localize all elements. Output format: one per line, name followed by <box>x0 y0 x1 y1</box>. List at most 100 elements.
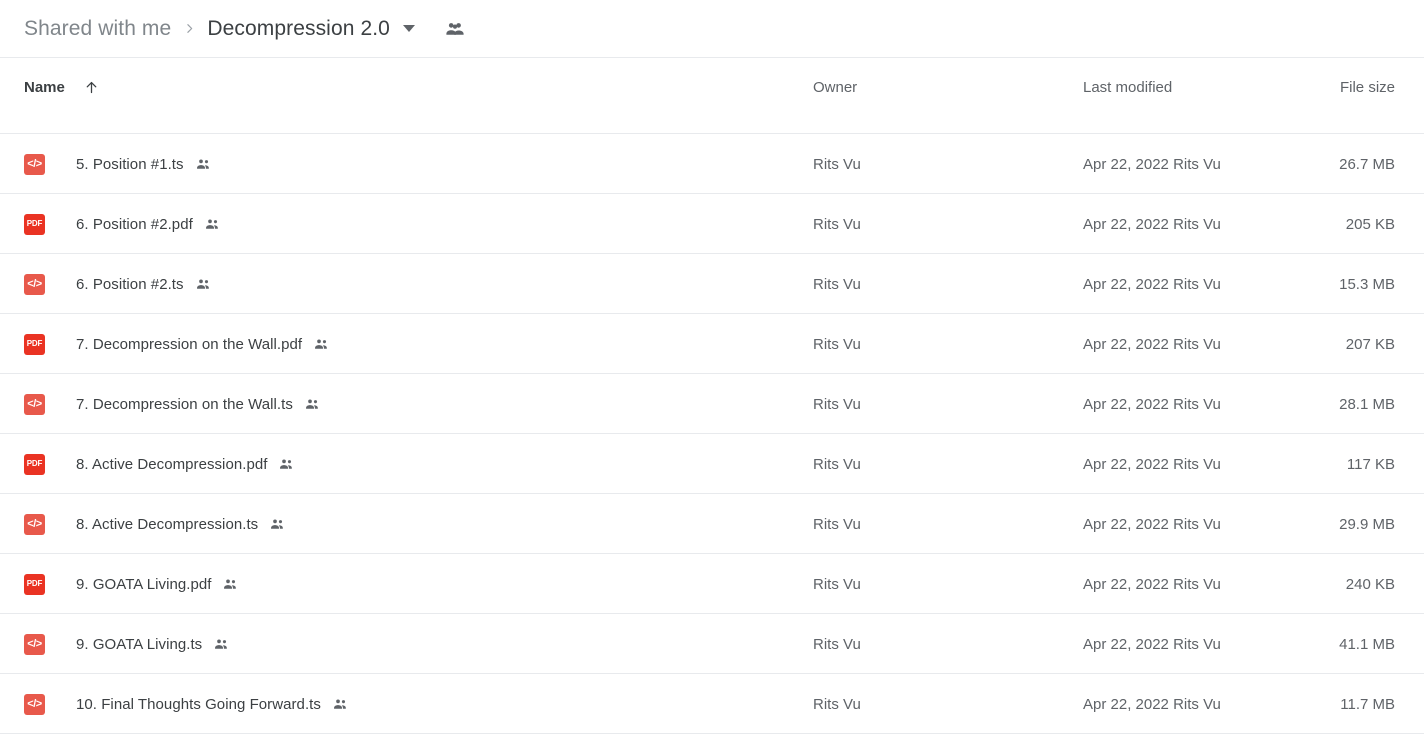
file-icon-label: PDF <box>26 219 43 228</box>
file-owner: Rits Vu <box>813 515 861 533</box>
file-last-modified: Apr 22, 2022 Rits Vu <box>1083 695 1221 713</box>
shared-people-icon <box>195 156 212 173</box>
file-name-cell[interactable]: PDF 6. Position #2.pdf <box>24 194 221 254</box>
file-name: 5. Position #1.ts <box>76 155 184 173</box>
file-last-modified: Apr 22, 2022 Rits Vu <box>1083 575 1221 593</box>
file-name: 7. Decompression on the Wall.pdf <box>76 335 303 353</box>
file-size: 117 KB <box>1346 455 1395 473</box>
file-name-cell[interactable]: PDF5. Position #1.pdf <box>24 117 221 134</box>
file-size: 207 KB <box>1345 335 1395 353</box>
file-last-modified: Apr 22, 2022 Rits Vu <box>1083 155 1221 173</box>
pdf-file-icon: PDF <box>24 453 45 475</box>
file-name: 6. Position #2.ts <box>76 275 184 293</box>
file-row[interactable]: PDF 6. Position #2.pdf Rits Vu Apr 22, 2022… <box>0 194 1424 254</box>
pdf-file-icon: PDF <box>24 333 45 355</box>
file-last-modified: Apr 22, 2022 Rits Vu <box>1083 395 1221 413</box>
file-name-cell[interactable]: </> 6. Position #2.ts <box>24 254 212 314</box>
file-name: 7. Decompression on the Wall.ts <box>76 395 293 413</box>
column-header-last-modified[interactable]: Last modified <box>1083 58 1172 117</box>
file-icon-label: </> <box>27 637 42 650</box>
file-owner: Rits Vu <box>813 575 861 593</box>
chevron-right-icon <box>183 22 196 35</box>
file-name-cell[interactable]: PDF 8. Active Decompression.pdf <box>24 434 295 494</box>
file-name-cell[interactable]: </> 9. GOATA Living.ts <box>24 614 230 674</box>
file-owner: Rits Vu <box>813 215 861 233</box>
shared-people-icon <box>195 276 212 293</box>
file-last-modified: Apr 22, 2022 Rits Vu <box>1083 335 1221 353</box>
file-last-modified: Apr 22, 2022 Rits Vu <box>1083 275 1221 293</box>
file-icon-label: </> <box>27 397 42 410</box>
file-last-modified: Apr 22, 2022 Rits Vu <box>1083 515 1221 533</box>
ts-file-icon: </> <box>24 633 45 655</box>
arrow-up-icon[interactable] <box>83 79 100 96</box>
breadcrumb-current-folder[interactable]: Decompression 2.0 <box>207 17 390 41</box>
file-size: 205 KB <box>1345 215 1395 233</box>
file-owner: Rits Vu <box>813 335 861 353</box>
shared-people-icon <box>213 636 230 653</box>
file-size: 41.1 MB <box>1339 635 1395 653</box>
pdf-file-icon: PDF <box>24 573 45 595</box>
ts-file-icon: </> <box>24 513 45 535</box>
file-icon-label: </> <box>27 277 42 290</box>
file-icon-label: </> <box>27 697 42 710</box>
file-icon-label: PDF <box>26 579 43 588</box>
column-header-owner[interactable]: Owner <box>813 58 857 117</box>
shared-people-icon <box>332 696 349 713</box>
ts-file-icon: </> <box>24 693 45 715</box>
file-icon-label: PDF <box>26 339 43 348</box>
shared-people-icon <box>278 456 295 473</box>
column-header-file-size[interactable]: File size <box>1340 58 1395 117</box>
file-row[interactable]: </> 6. Position #2.ts Rits Vu Apr 22, 2022 … <box>0 254 1424 314</box>
file-name: 6. Position #2.pdf <box>76 215 193 233</box>
file-row[interactable]: </> 10. Final Thoughts Going Forward.ts Ri… <box>0 674 1424 734</box>
file-last-modified: Apr 22, 2022 Rits Vu <box>1083 455 1221 473</box>
file-list: PDF5. Position #1.pdf Rits Vu Apr 22, 2022… <box>0 117 1424 745</box>
file-size: 28.1 MB <box>1339 395 1395 413</box>
file-row[interactable]: </> 7. Decompression on the Wall.ts Rits V… <box>0 374 1424 434</box>
file-size: 209 KB <box>1346 117 1395 134</box>
column-headers: Name Owner Last modified File size <box>0 58 1424 117</box>
file-size: 29.9 MB <box>1339 515 1395 533</box>
file-size: 26.7 MB <box>1339 155 1395 173</box>
file-owner: Rits Vu <box>813 455 861 473</box>
file-row[interactable]: PDF5. Position #1.pdf Rits Vu Apr 22, 2022… <box>0 117 1424 134</box>
file-name: 9. GOATA Living.pdf <box>76 575 212 593</box>
file-size: 240 KB <box>1345 575 1395 593</box>
column-header-name[interactable]: Name <box>24 58 100 117</box>
file-name-cell[interactable]: </> 8. Active Decompression.ts <box>24 494 286 554</box>
file-row[interactable]: </> 8. Active Decompression.ts Rits Vu Apr … <box>0 494 1424 554</box>
file-size: 15.3 MB <box>1339 275 1395 293</box>
file-last-modified: Apr 22, 2022 Rits Vu <box>1083 215 1221 233</box>
file-row[interactable]: </> 9. GOATA Living.ts Rits Vu Apr 22, 2022… <box>0 614 1424 674</box>
shared-people-icon <box>313 336 330 353</box>
file-last-modified: Apr 22, 2022 Rits Vu <box>1083 117 1221 134</box>
file-name-cell[interactable]: </> 10. Final Thoughts Going Forward.ts <box>24 674 349 734</box>
shared-people-icon <box>269 516 286 533</box>
file-owner: Rits Vu <box>813 275 861 293</box>
file-row[interactable]: PDF 8. Active Decompression.pdf Rits Vu Apr… <box>0 434 1424 494</box>
file-name-cell[interactable]: </> 7. Decompression on the Wall.ts <box>24 374 321 434</box>
file-name: 10. Final Thoughts Going Forward.ts <box>76 695 321 713</box>
ts-file-icon: </> <box>24 393 45 415</box>
shared-people-icon <box>222 576 239 593</box>
file-owner: Rits Vu <box>813 695 861 713</box>
shared-people-icon <box>304 396 321 413</box>
file-icon-label: </> <box>27 517 42 530</box>
file-row[interactable]: PDF 9. GOATA Living.pdf Rits Vu Apr 22, 202… <box>0 554 1424 614</box>
file-owner: Rits Vu <box>813 395 861 413</box>
file-owner: Rits Vu <box>813 155 861 173</box>
file-row[interactable]: </> 5. Position #1.ts Rits Vu Apr 22, 2022 … <box>0 134 1424 194</box>
file-name-cell[interactable]: PDF 9. GOATA Living.pdf <box>24 554 239 614</box>
file-icon-label: </> <box>27 157 42 170</box>
file-name: 8. Active Decompression.pdf <box>76 455 268 473</box>
file-last-modified: Apr 22, 2022 Rits Vu <box>1083 635 1221 653</box>
file-name-cell[interactable]: </> 5. Position #1.ts <box>24 134 212 194</box>
file-name-cell[interactable]: PDF 7. Decompression on the Wall.pdf <box>24 314 330 374</box>
chevron-down-icon[interactable] <box>402 25 415 32</box>
file-row[interactable]: PDF 7. Decompression on the Wall.pdf Rits … <box>0 314 1424 374</box>
ts-file-icon: </> <box>24 273 45 295</box>
people-group-icon[interactable] <box>443 17 467 41</box>
pdf-file-icon: PDF <box>24 213 45 235</box>
breadcrumb-parent-shared-with-me[interactable]: Shared with me <box>24 17 171 41</box>
file-name: 9. GOATA Living.ts <box>76 635 203 653</box>
